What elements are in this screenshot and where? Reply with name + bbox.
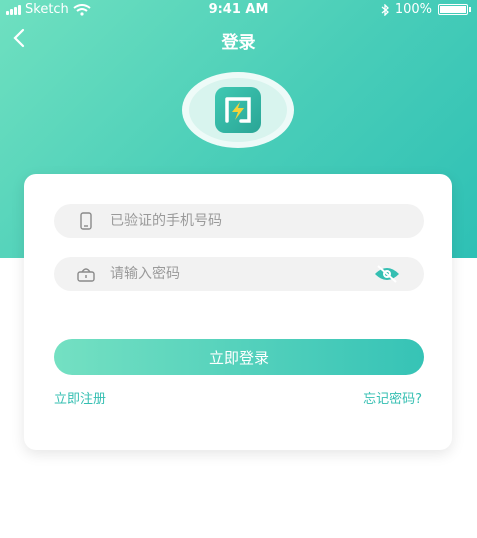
- page-title: 登录: [221, 33, 256, 53]
- app-logo-icon: [215, 87, 261, 133]
- battery-icon: [438, 4, 468, 15]
- password-input[interactable]: [110, 257, 380, 291]
- lock-icon: [77, 268, 95, 282]
- eye-closed-icon[interactable]: [374, 264, 400, 284]
- phone-input[interactable]: [110, 204, 380, 238]
- forgot-password-link[interactable]: 忘记密码?: [363, 388, 422, 407]
- battery-tip: [469, 7, 471, 12]
- phone-icon: [80, 212, 92, 230]
- register-link[interactable]: 立即注册: [54, 388, 106, 407]
- phone-field: [54, 204, 424, 238]
- app-logo: [182, 72, 294, 148]
- lightning-icon: [225, 97, 251, 123]
- status-right: 100%: [381, 2, 471, 17]
- login-button[interactable]: 立即登录: [54, 339, 424, 375]
- login-card: 立即登录 立即注册 忘记密码?: [24, 174, 452, 450]
- status-bar: Sketch 9:41 AM 100%: [0, 0, 477, 20]
- bluetooth-icon: [381, 3, 389, 16]
- logo-inner-circle: [189, 78, 287, 142]
- password-field: [54, 257, 424, 291]
- nav-bar: 登录: [0, 22, 477, 56]
- battery-percent: 100%: [394, 2, 432, 17]
